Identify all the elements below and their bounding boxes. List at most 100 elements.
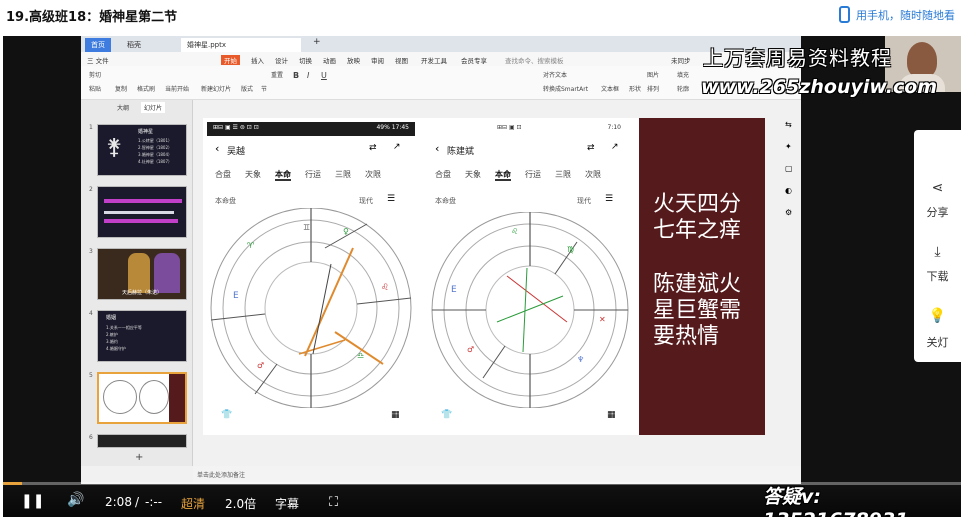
svg-text:♂: ♂: [257, 361, 264, 370]
menu-transition[interactable]: 切换: [299, 55, 312, 65]
ribbon-copy[interactable]: 复制: [115, 84, 127, 93]
ribbon-play-current[interactable]: 当前开始: [165, 84, 189, 93]
slide-thumb-3[interactable]: 天后赫拉（朱诺）: [97, 248, 187, 300]
ribbon-shape[interactable]: 形状: [629, 84, 641, 93]
phone-tabs: 合盘 天象 本命 行运 三限 次限: [215, 169, 395, 181]
ribbon-format-painter[interactable]: 格式刷: [137, 84, 155, 93]
share-icon[interactable]: ⋖: [914, 180, 961, 196]
thumb-title: 婚姻: [106, 315, 117, 321]
natal-chart-wheel: E ✕ ♌ ♍ ♂ ♆: [431, 212, 629, 408]
wps-tab-bar: 首页 稻壳 婚神星.pptx +: [81, 36, 801, 52]
tab-slides[interactable]: 幻灯片: [141, 102, 166, 113]
tool-icon[interactable]: ✦: [785, 142, 792, 151]
menu-animation[interactable]: 动画: [323, 55, 336, 65]
svg-text:♌: ♌: [511, 227, 518, 236]
natal-chart-label: 本命盘: [435, 197, 456, 205]
notes-hint[interactable]: 单击此处添加备注: [197, 470, 245, 479]
slide-thumb-2[interactable]: [97, 186, 187, 238]
phone-screenshot-right: ⊞⊟ ▣ ⊡ 7:10 陈建斌 ‹ ⇄ ↗ 合盘 天象 本命 行运 三限 次限 本命盘 现…: [427, 122, 633, 427]
speed-button[interactable]: 2.0倍: [225, 495, 256, 512]
pause-icon[interactable]: ❚❚: [21, 493, 44, 509]
add-slide-button[interactable]: +: [135, 452, 143, 463]
time-separator: /: [135, 495, 140, 509]
command-search[interactable]: 查找命令、搜索模板: [505, 55, 564, 65]
menu-member[interactable]: 会员专享: [461, 55, 487, 65]
ribbon-smartart[interactable]: 转换成SmartArt: [543, 84, 588, 93]
swap-icon: ⇄: [369, 143, 377, 153]
italic-icon[interactable]: I: [307, 71, 309, 80]
title-bar: 19.高级班18：婚神星第二节 用手机，随时随地看: [0, 0, 961, 30]
menu-slideshow[interactable]: 放映: [347, 55, 360, 65]
menu-insert[interactable]: 插入: [251, 55, 264, 65]
menu-view[interactable]: 视图: [395, 55, 408, 65]
ribbon-section[interactable]: 节: [261, 84, 267, 93]
lights-off-label[interactable]: 关灯: [914, 334, 961, 350]
menu-review[interactable]: 审阅: [371, 55, 384, 65]
download-label[interactable]: 下载: [914, 268, 961, 284]
ribbon-picture[interactable]: 图片: [647, 70, 659, 79]
light-bulb-icon[interactable]: 💡: [914, 308, 961, 324]
slide-text-line: 火天四分: [653, 192, 742, 217]
swap-icon: ⇄: [587, 143, 595, 153]
tab-outline[interactable]: 大纲: [117, 103, 129, 112]
mobile-promo-link[interactable]: 用手机，随时随地看: [839, 6, 955, 23]
ribbon-layout[interactable]: 版式: [241, 84, 253, 93]
share-icon: ↗: [393, 142, 401, 152]
tab-natal: 本命: [495, 170, 511, 181]
thumb-number: 4: [89, 310, 93, 317]
watermark-title: 上万套周易资料教程: [703, 46, 892, 70]
subtitle-button[interactable]: 字幕: [275, 495, 299, 512]
thumb-number: 1: [89, 124, 93, 131]
ribbon-align-text[interactable]: 对齐文本: [543, 70, 567, 79]
tool-icon[interactable]: ⚙: [785, 208, 792, 217]
sync-status[interactable]: 未同步: [671, 55, 691, 65]
slide-thumb-1[interactable]: ⚵ 婚神星 1.公转星（1801） 2.智神星（1802） 3.婚神星（1804…: [97, 124, 187, 176]
thumb-number: 2: [89, 186, 93, 193]
thumb-line: 2.嫉护: [106, 332, 118, 337]
wps-tab-home[interactable]: 首页: [85, 38, 111, 52]
bold-icon[interactable]: B: [293, 71, 299, 80]
share-label[interactable]: 分享: [914, 204, 961, 220]
quality-button[interactable]: 超清: [181, 495, 205, 512]
ribbon-arrange[interactable]: 排列: [647, 84, 659, 93]
ribbon-textbox[interactable]: 文本框: [601, 84, 619, 93]
course-title: 19.高级班18：婚神星第二节: [6, 10, 178, 25]
svg-text:♎: ♎: [357, 351, 364, 360]
ribbon-reset[interactable]: 重置: [271, 70, 283, 79]
watermark-url: www.265zhouyiw.com: [701, 76, 938, 98]
slide-thumb-5-selected[interactable]: [97, 372, 187, 424]
svg-text:♂: ♂: [467, 345, 474, 354]
ribbon-fill[interactable]: 填充: [677, 70, 689, 79]
svg-text:♀: ♀: [343, 227, 349, 236]
fullscreen-icon[interactable]: ⛶: [329, 495, 338, 510]
ribbon-paste[interactable]: 粘贴: [89, 84, 101, 93]
video-player[interactable]: 首页 稻壳 婚神星.pptx + 三 文件 开始 插入 设计 切换 动画 放映 …: [3, 36, 961, 517]
tool-icon[interactable]: ▢: [785, 164, 793, 173]
volume-icon[interactable]: 🔊: [67, 492, 84, 508]
wps-tab-file[interactable]: 婚神星.pptx: [181, 38, 301, 52]
slide-thumb-4[interactable]: 婚姻 1.关系——相应平等 2.嫉护 3.婚约 4.婚姻守护: [97, 310, 187, 362]
juno-symbol-icon: ⚵: [106, 135, 123, 160]
ribbon-cut[interactable]: 剪切: [89, 70, 101, 79]
ribbon-outline[interactable]: 轮廓: [677, 84, 689, 93]
ribbon-new-slide[interactable]: 新建幻灯片: [201, 84, 231, 93]
menu-start[interactable]: 开始: [221, 55, 240, 65]
underline-icon[interactable]: U: [321, 71, 327, 80]
tool-icon[interactable]: ◐: [785, 186, 792, 195]
menu-developer[interactable]: 开发工具: [421, 55, 447, 65]
status-icons: ⊞⊟ ▣ ⊡: [497, 124, 522, 131]
slide-thumb-6[interactable]: [97, 434, 187, 448]
share-icon: ↗: [611, 142, 619, 152]
phone-status-bar: ⊞⊟ ▣ ⊡ 7:10: [427, 122, 633, 136]
download-icon[interactable]: ⤓: [914, 244, 961, 260]
wps-tab-docer[interactable]: 稻壳: [121, 38, 147, 52]
phone-screenshot-left: ⊞⊟ ▣ ☰ ⊜ ⊡ ⊡ 49% 17:45 吴越 ‹ ⇄ ↗ 合盘 天象 本命 行运…: [207, 122, 415, 427]
menu-design[interactable]: 设计: [275, 55, 288, 65]
natal-chart-wheel: E ♌ ♊ ♀ ♈ ♂ ♎: [210, 208, 412, 408]
grid-icon: ▦: [391, 410, 400, 420]
slide-text-line: 七年之痒: [653, 218, 742, 243]
wps-screen: 首页 稻壳 婚神星.pptx + 三 文件 开始 插入 设计 切换 动画 放映 …: [81, 36, 801, 484]
menu-file[interactable]: 三 文件: [87, 55, 109, 65]
tool-icon[interactable]: ⇆: [785, 120, 792, 129]
new-tab-icon[interactable]: +: [313, 37, 321, 47]
